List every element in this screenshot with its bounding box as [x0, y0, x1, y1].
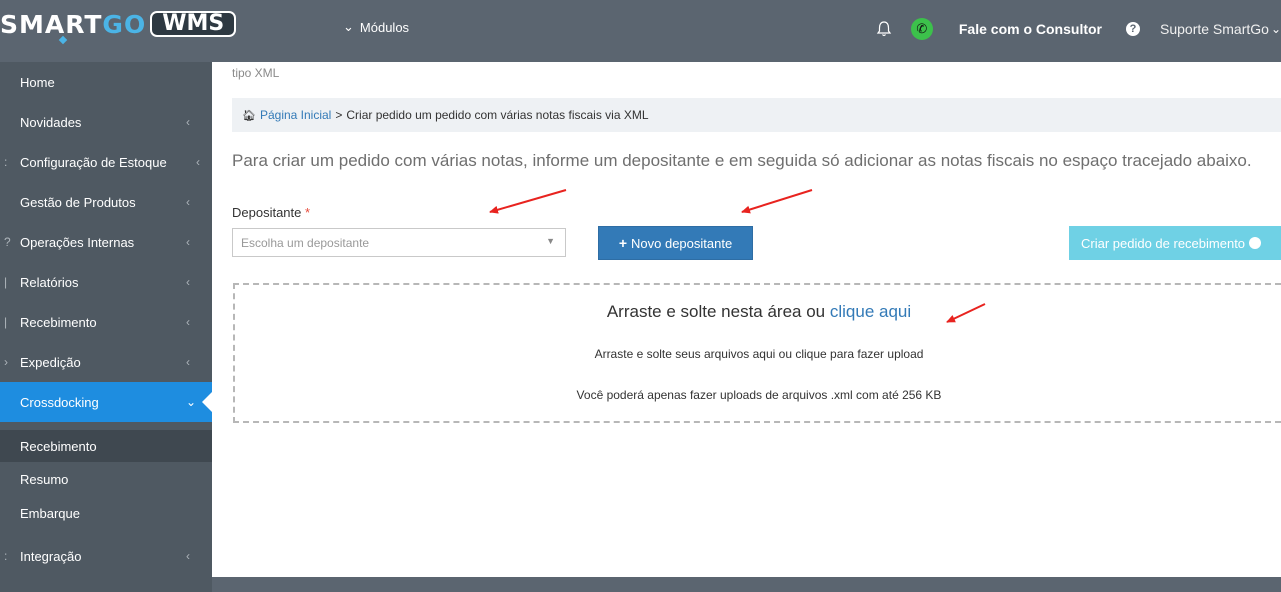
top-navbar: SMARTGO WMS ⌄ Módulos ✆ Fale com o Consu…: [0, 0, 1281, 62]
chevron-down-icon: ⌄: [186, 395, 197, 409]
sidebar-item-icon: :: [4, 549, 8, 563]
breadcrumb-current: Criar pedido um pedido com várias notas …: [346, 108, 649, 122]
chevron-left-icon: ‹: [196, 155, 200, 169]
chevron-down-icon: ⌄: [1270, 22, 1281, 36]
depositante-select[interactable]: Escolha um depositante ▼: [232, 228, 566, 257]
sidebar-item-label: Relatórios: [20, 274, 79, 290]
sidebar-item-operacoes-internas[interactable]: ? Operações Internas ‹: [0, 222, 212, 262]
sidebar-item-icon: |: [4, 315, 8, 329]
sidebar-item-crossdocking[interactable]: Crossdocking ⌄: [0, 382, 212, 422]
sidebar-item-icon: ?: [4, 235, 11, 249]
novo-depositante-label: Novo depositante: [631, 235, 733, 251]
dropzone-limit-text: Você poderá apenas fazer uploads de arqu…: [576, 388, 942, 402]
chevron-left-icon: ‹: [186, 235, 190, 249]
home-icon: 🏠︎: [242, 109, 256, 122]
logo-smart-text: SMARTGO: [0, 9, 147, 39]
novo-depositante-button[interactable]: + Novo depositante: [598, 226, 753, 260]
dropzone-click-link[interactable]: clique aqui: [830, 302, 911, 321]
chevron-left-icon: ‹: [186, 195, 190, 209]
smartgo-wms-logo[interactable]: SMARTGO WMS: [0, 9, 237, 45]
question-circle-icon[interactable]: ?: [1126, 22, 1140, 36]
sidebar-item-label: Gestão de Produtos: [20, 194, 136, 210]
sidebar-item-label: Integração: [20, 548, 82, 564]
sidebar-item-expedicao[interactable]: › Expedição ‹: [0, 342, 212, 382]
chevron-left-icon: ‹: [186, 275, 190, 289]
logo-wms-badge: WMS: [150, 11, 237, 37]
support-user-menu[interactable]: Suporte SmartGo: [1160, 21, 1269, 37]
sidebar-item-icon: ›: [4, 355, 8, 369]
chevron-left-icon: ‹: [186, 549, 190, 563]
sidebar-item-label: Expedição: [20, 354, 81, 370]
arrow-circle-right-icon: [1249, 237, 1262, 249]
chevron-left-icon: ‹: [186, 355, 190, 369]
plus-icon: +: [618, 235, 627, 251]
sidebar-item-relatorios[interactable]: | Relatórios ‹: [0, 262, 212, 302]
chevron-left-icon: ‹: [186, 315, 190, 329]
sidebar-item-icon: |: [4, 275, 8, 289]
breadcrumb-home-link[interactable]: Página Inicial: [260, 108, 331, 122]
modules-menu[interactable]: ⌄ Módulos: [343, 19, 409, 35]
xml-dropzone[interactable]: Arraste e solte nesta área ou clique aqu…: [233, 283, 1281, 423]
sidebar-item-configuracao-estoque[interactable]: : Configuração de Estoque ‹: [0, 142, 212, 182]
sidebar-item-label: Crossdocking: [20, 394, 99, 410]
sidebar-subitem-label: Resumo: [20, 471, 69, 487]
header-right-group: ✆ Fale com o Consultor ? Suporte SmartGo…: [875, 14, 1281, 44]
required-marker: *: [305, 205, 311, 220]
depositante-placeholder: Escolha um depositante: [241, 235, 370, 250]
whatsapp-icon[interactable]: ✆: [910, 18, 933, 40]
main-content: tipo XML 🏠︎ Página Inicial > Criar pedid…: [212, 62, 1281, 577]
active-indicator: [202, 392, 212, 412]
sidebar-item-novidades[interactable]: Novidades ‹: [0, 102, 212, 142]
sidebar-item-label: Home: [20, 74, 55, 90]
sidebar-item-label: Operações Internas: [20, 234, 135, 250]
sidebar-item-home[interactable]: Home: [0, 62, 212, 102]
depositante-label: Depositante *: [232, 205, 311, 220]
dropzone-title: Arraste e solte nesta área ou clique aqu…: [606, 302, 912, 321]
sidebar-item-icon: :: [4, 155, 8, 169]
sidebar-item-gestao-produtos[interactable]: Gestão de Produtos ‹: [0, 182, 212, 222]
criar-pedido-label: Criar pedido de recebimento: [1081, 235, 1246, 251]
sidebar-item-integracao[interactable]: : Integração ‹: [0, 536, 212, 576]
sidebar-subitem-embarque[interactable]: Embarque: [0, 497, 212, 529]
caret-down-icon: ▼: [546, 236, 555, 246]
page-title-fragment: tipo XML: [232, 66, 280, 80]
sidebar: Home Novidades ‹ : Configuração de Estoq…: [0, 62, 212, 592]
dropzone-subtitle: Arraste e solte seus arquivos aqui ou cl…: [594, 347, 924, 361]
sidebar-item-recebimento[interactable]: | Recebimento ‹: [0, 302, 212, 342]
chevron-left-icon: ‹: [186, 115, 190, 129]
sidebar-subitem-label: Embarque: [20, 505, 80, 521]
breadcrumb-separator: >: [335, 108, 343, 122]
sidebar-subitem-resumo[interactable]: Resumo: [0, 463, 212, 495]
sidebar-item-label: Novidades: [20, 114, 82, 130]
criar-pedido-recebimento-button[interactable]: Criar pedido de recebimento: [1069, 226, 1281, 260]
breadcrumb: 🏠︎ Página Inicial > Criar pedido um pedi…: [232, 98, 1281, 132]
sidebar-subitem-label: Recebimento: [20, 438, 97, 454]
bell-icon[interactable]: [875, 20, 893, 38]
sidebar-item-label: Configuração de Estoque: [20, 154, 167, 170]
chevron-down-icon: ⌄: [343, 19, 354, 34]
footer-bar: [212, 577, 1281, 592]
instructions-text: Para criar um pedido com várias notas, i…: [232, 151, 1252, 170]
fale-consultor-link[interactable]: Fale com o Consultor: [959, 21, 1102, 37]
sidebar-item-label: Recebimento: [20, 314, 97, 330]
modules-label: Módulos: [359, 19, 410, 35]
sidebar-subitem-recebimento[interactable]: Recebimento: [0, 430, 212, 462]
